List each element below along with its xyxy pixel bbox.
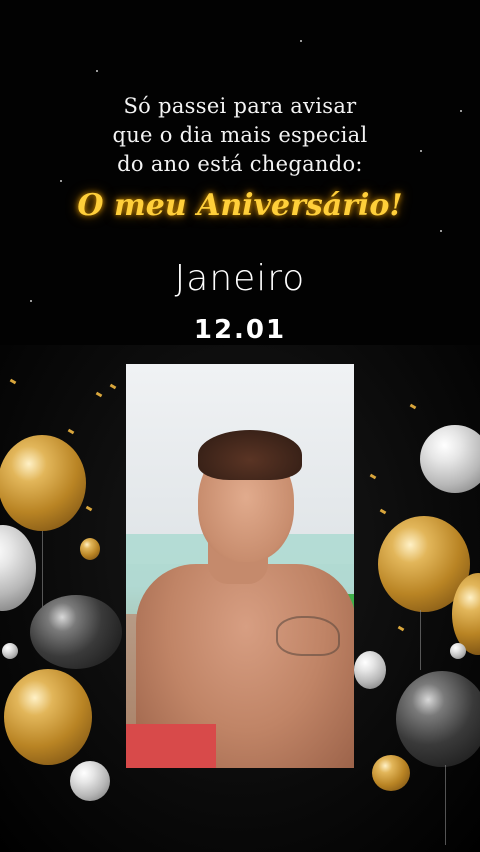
star-decoration — [300, 40, 302, 42]
date-label: 12.01 — [193, 315, 287, 345]
black-balloon-icon — [396, 671, 480, 767]
confetti-icon — [95, 391, 103, 398]
gold-balloon-small-icon — [372, 755, 410, 791]
star-decoration — [60, 180, 62, 182]
silver-balloon-icon — [70, 761, 110, 801]
month-label: Janeiro — [174, 258, 306, 299]
profile-photo — [126, 364, 354, 768]
star-decoration — [96, 70, 98, 72]
header-section: Só passei para avisar que o dia mais esp… — [0, 0, 480, 345]
silver-balloon-icon — [0, 525, 36, 611]
balloon-string — [420, 610, 421, 670]
confetti-icon — [67, 428, 75, 435]
announcement-line-2: que o dia mais especial — [112, 123, 368, 147]
silver-balloon-small-icon — [450, 643, 466, 659]
gold-balloon-icon — [4, 669, 92, 765]
confetti-icon — [397, 625, 405, 632]
confetti-icon — [409, 403, 417, 410]
silver-balloon-icon — [420, 425, 480, 493]
announcement-line-1: Só passei para avisar — [123, 94, 357, 118]
silver-balloon-small-icon — [2, 643, 18, 659]
gold-balloon-small-icon — [80, 538, 100, 560]
confetti-icon — [85, 505, 93, 512]
gold-balloon-icon — [0, 435, 86, 531]
star-decoration — [440, 230, 442, 232]
photo-tattoo — [276, 616, 340, 656]
star-decoration — [30, 300, 32, 302]
announcement-line-3: do ano está chegando: — [117, 152, 363, 176]
black-balloon-icon — [30, 595, 122, 669]
birthday-headline: O meu Aniversário! — [77, 188, 403, 223]
photo-hair — [198, 430, 302, 480]
photo-shorts — [126, 724, 216, 768]
silver-balloon-small-icon — [354, 651, 386, 689]
confetti-icon — [109, 383, 117, 390]
confetti-icon — [379, 508, 387, 515]
announcement-text: Só passei para avisar que o dia mais esp… — [0, 92, 480, 179]
confetti-icon — [9, 378, 17, 385]
confetti-icon — [369, 473, 377, 480]
balloon-string — [445, 765, 446, 845]
